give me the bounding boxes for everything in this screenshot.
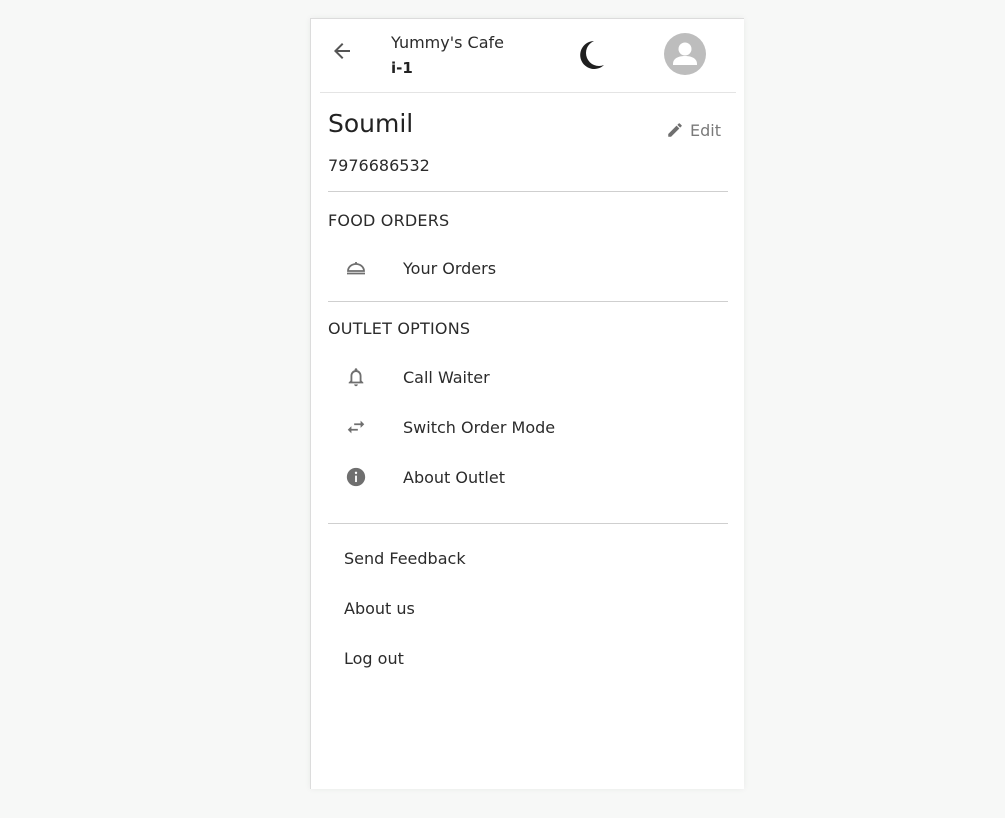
- arrow-left-icon: [334, 43, 350, 59]
- side-drawer: Yummy's Cafe i-1 Soumil Edit 7976686532 …: [310, 18, 744, 789]
- menu-item-your-orders[interactable]: Your Orders: [328, 248, 728, 288]
- menu-item-about-outlet[interactable]: About Outlet: [328, 457, 728, 497]
- swap-arrows-icon: [328, 416, 384, 438]
- theme-toggle-button[interactable]: [576, 39, 606, 71]
- phone-number: 7976686532: [328, 156, 430, 175]
- avatar[interactable]: [664, 33, 706, 75]
- table-id: i-1: [391, 59, 413, 77]
- menu-item-switch-order-mode[interactable]: Switch Order Mode: [328, 407, 728, 447]
- cloche-icon: [328, 259, 384, 277]
- edit-profile-button[interactable]: Edit: [666, 119, 721, 141]
- section-title-outlet-options: OUTLET OPTIONS: [328, 319, 471, 338]
- back-button[interactable]: [330, 39, 354, 63]
- info-icon: [328, 466, 384, 488]
- person-icon: [673, 42, 697, 65]
- divider: [328, 191, 728, 192]
- section-title-food-orders: FOOD ORDERS: [328, 211, 450, 230]
- drawer-header: Yummy's Cafe i-1: [320, 19, 736, 93]
- divider: [328, 523, 728, 524]
- menu-item-call-waiter[interactable]: Call Waiter: [328, 357, 728, 397]
- moon-icon: [580, 41, 604, 69]
- divider: [328, 301, 728, 302]
- menu-item-label: About Outlet: [403, 467, 505, 487]
- menu-item-label: Call Waiter: [403, 367, 490, 387]
- menu-item-label: Your Orders: [403, 258, 497, 278]
- profile-name: Soumil: [328, 109, 414, 138]
- send-feedback-link[interactable]: Send Feedback: [344, 549, 466, 568]
- about-us-link[interactable]: About us: [344, 599, 415, 618]
- log-out-link[interactable]: Log out: [344, 649, 404, 668]
- edit-label: Edit: [690, 120, 721, 140]
- outlet-name: Yummy's Cafe: [391, 33, 504, 52]
- pencil-icon: [668, 123, 682, 137]
- bell-icon: [328, 365, 384, 389]
- menu-item-label: Switch Order Mode: [403, 417, 556, 437]
